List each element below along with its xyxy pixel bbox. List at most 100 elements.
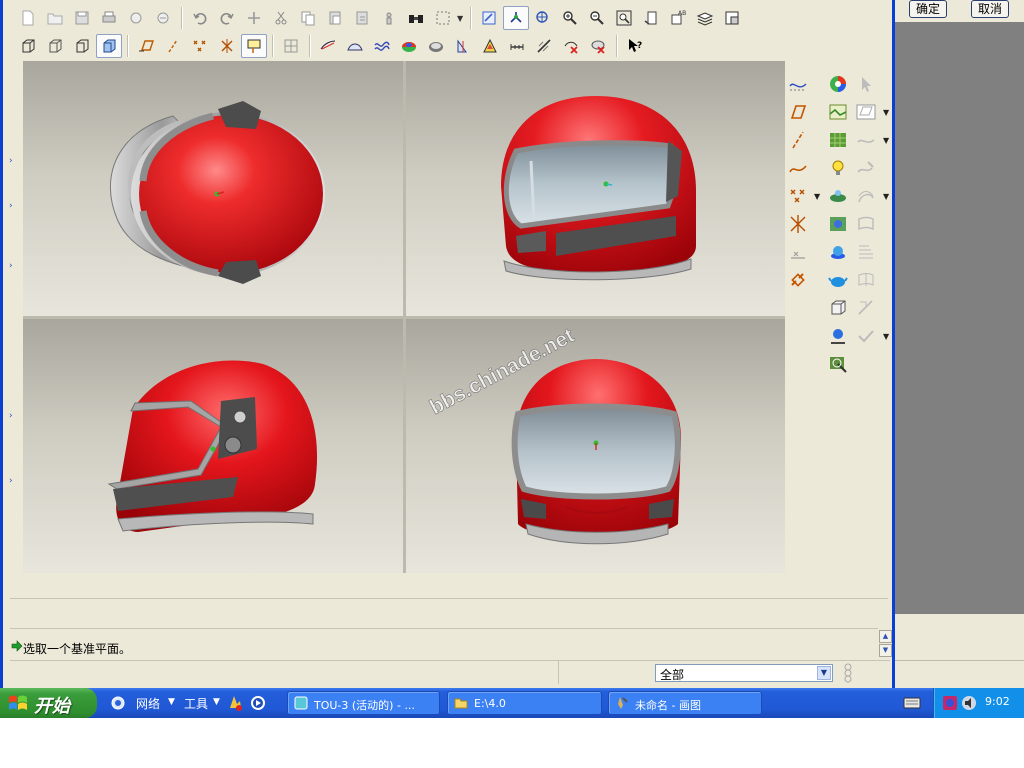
style-edit-icon[interactable] [854, 156, 878, 180]
chevron-down-icon[interactable]: ▼ [457, 14, 465, 23]
zoom-out-icon[interactable] [584, 6, 610, 30]
draft-icon[interactable] [423, 34, 449, 58]
model-tree-icon[interactable] [719, 6, 745, 30]
delete-analysis-icon[interactable] [558, 34, 584, 58]
context-help-icon[interactable]: ? [622, 34, 648, 58]
shading-icon[interactable] [96, 34, 122, 58]
check-icon[interactable] [854, 324, 878, 348]
sketch-curve-icon[interactable] [786, 156, 810, 180]
model-icon[interactable] [826, 240, 850, 264]
send-icon[interactable] [123, 6, 149, 30]
expand-arrow-icon[interactable]: › [9, 412, 14, 421]
print-icon[interactable] [96, 6, 122, 30]
layers-icon[interactable] [692, 6, 718, 30]
chevron-down-icon[interactable]: ▼ [814, 192, 820, 201]
datum-axis-icon[interactable] [786, 128, 810, 152]
spin-center-icon[interactable] [503, 6, 529, 30]
zoom-fit-icon[interactable] [611, 6, 637, 30]
cancel-button[interactable]: 取消 [971, 0, 1009, 18]
taskbar-task-paint[interactable]: 未命名 - 画图 [608, 691, 762, 715]
section-icon[interactable] [450, 34, 476, 58]
appearance-icon[interactable] [826, 72, 850, 96]
csys-icon[interactable] [786, 212, 810, 236]
expand-arrow-icon[interactable]: › [9, 202, 14, 211]
ok-button[interactable]: 确定 [909, 0, 947, 18]
annotation-toggle-icon[interactable] [241, 34, 267, 58]
environment-icon[interactable] [826, 212, 850, 236]
repaint-icon[interactable] [476, 6, 502, 30]
texture-icon[interactable] [826, 128, 850, 152]
viewport-top-right[interactable] [406, 61, 785, 316]
hidden-line-icon[interactable] [42, 34, 68, 58]
chevron-down-icon[interactable]: ▼ [883, 332, 889, 341]
keyboard-icon[interactable] [903, 696, 921, 710]
datum-point-icon[interactable] [786, 184, 810, 208]
light-icon[interactable] [826, 156, 850, 180]
style-curve-icon[interactable] [854, 128, 878, 152]
reflection-icon[interactable] [396, 34, 422, 58]
box-icon[interactable] [826, 296, 850, 320]
orient-icon[interactable] [530, 6, 556, 30]
redo-icon[interactable] [214, 6, 240, 30]
expand-arrow-icon[interactable]: › [9, 262, 14, 271]
binoculars-icon[interactable] [403, 6, 429, 30]
trim-icon[interactable] [854, 296, 878, 320]
grid-icon[interactable] [278, 34, 304, 58]
measure-icon[interactable] [504, 34, 530, 58]
teapot-icon[interactable] [826, 268, 850, 292]
curvature-icon[interactable] [369, 34, 395, 58]
ruler-icon[interactable] [786, 240, 810, 264]
sweep-icon[interactable] [854, 240, 878, 264]
quicklaunch-app-icon[interactable] [227, 694, 243, 712]
perspective-icon[interactable] [826, 184, 850, 208]
chevron-down-icon[interactable]: ▼ [883, 108, 889, 117]
style-surface-icon[interactable] [854, 100, 878, 124]
select-box-icon[interactable] [430, 6, 456, 30]
navigator-handle[interactable]: › › › › › [6, 62, 16, 574]
no-hidden-icon[interactable] [69, 34, 95, 58]
undo-icon[interactable] [187, 6, 213, 30]
boundary-icon[interactable] [854, 184, 878, 208]
analysis-1-icon[interactable] [315, 34, 341, 58]
message-scroll-up[interactable]: ▲ [879, 630, 892, 643]
copy-icon[interactable] [295, 6, 321, 30]
wireframe-icon[interactable] [15, 34, 41, 58]
variable-icon[interactable] [854, 268, 878, 292]
zoom-in-icon[interactable] [557, 6, 583, 30]
view-manager-icon[interactable] [638, 6, 664, 30]
taskbar-task-explorer[interactable]: E:\4.0 [447, 691, 602, 715]
expand-arrow-icon[interactable]: › [9, 477, 14, 486]
paste-special-icon[interactable] [349, 6, 375, 30]
slope-icon[interactable] [477, 34, 503, 58]
datum-plane-icon[interactable] [786, 100, 810, 124]
named-views-icon[interactable]: AB [665, 6, 691, 30]
blend-icon[interactable] [854, 212, 878, 236]
media-player-icon[interactable] [250, 695, 266, 711]
viewport-bottom-left[interactable] [23, 319, 403, 573]
datum-point-toggle-icon[interactable] [187, 34, 213, 58]
start-button[interactable]: 开始 [0, 688, 97, 718]
snapshot-icon[interactable] [826, 324, 850, 348]
chevron-down-icon[interactable]: ▼ [168, 697, 175, 707]
tray-app-icon[interactable] [942, 695, 958, 711]
csys-toggle-icon[interactable] [214, 34, 240, 58]
viewport-bottom-right[interactable]: bbs.chinade.net [406, 319, 785, 573]
viewport-top-left[interactable] [23, 61, 403, 316]
taskbar-task-proe[interactable]: TOU-3 (活动的) - ... [287, 691, 440, 715]
message-scroll-down[interactable]: ▼ [879, 644, 892, 657]
graphics-window[interactable]: bbs.chinade.net [23, 61, 785, 573]
selection-filter-select[interactable]: 全部 ▼ [655, 664, 833, 682]
expand-arrow-icon[interactable]: › [9, 157, 14, 166]
regenerate-icon[interactable] [241, 6, 267, 30]
browser-quicklaunch-icon[interactable] [110, 695, 126, 711]
mail-icon[interactable] [150, 6, 176, 30]
link-icon[interactable] [786, 268, 810, 292]
datum-plane-toggle-icon[interactable] [133, 34, 159, 58]
chevron-down-icon[interactable]: ▼ [883, 136, 889, 145]
save-icon[interactable] [69, 6, 95, 30]
hide-analysis-icon[interactable] [585, 34, 611, 58]
datum-axis-toggle-icon[interactable] [160, 34, 186, 58]
chevron-down-icon[interactable]: ▼ [883, 192, 889, 201]
volume-icon[interactable] [961, 695, 977, 711]
paste-icon[interactable] [322, 6, 348, 30]
